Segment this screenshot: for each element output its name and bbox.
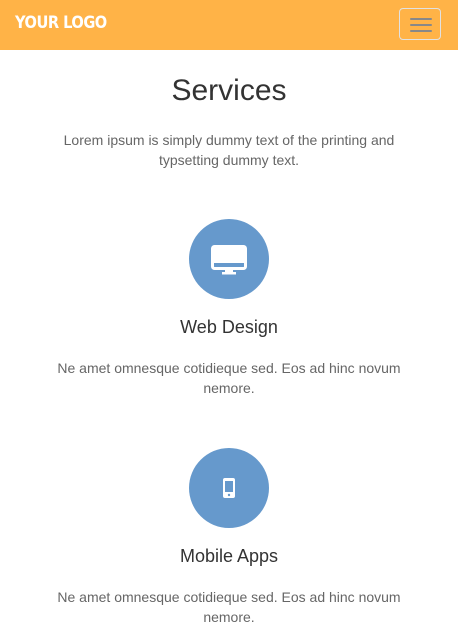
- service-description: Ne amet omnesque cotidieque sed. Eos ad …: [57, 360, 401, 396]
- hamburger-icon-bar: [410, 24, 432, 26]
- top-navbar: YOUR LOGO: [0, 0, 458, 50]
- hamburger-icon-bar: [410, 30, 432, 32]
- service-title: Mobile Apps: [179, 546, 279, 566]
- service-icon-circle: [189, 219, 269, 299]
- section-title: Services: [171, 74, 287, 107]
- mobile-phone-icon: [223, 478, 235, 498]
- section-intro: Lorem ipsum is simply dummy text of the …: [63, 132, 395, 168]
- hamburger-icon: [410, 18, 432, 20]
- service-description: Ne amet omnesque cotidieque sed. Eos ad …: [57, 589, 401, 625]
- logo[interactable]: YOUR LOGO: [15, 13, 107, 33]
- service-title: Web Design: [180, 317, 278, 337]
- service-icon-circle: [189, 448, 269, 528]
- desktop-monitor-icon: [211, 245, 247, 275]
- hamburger-menu-button[interactable]: [399, 8, 441, 40]
